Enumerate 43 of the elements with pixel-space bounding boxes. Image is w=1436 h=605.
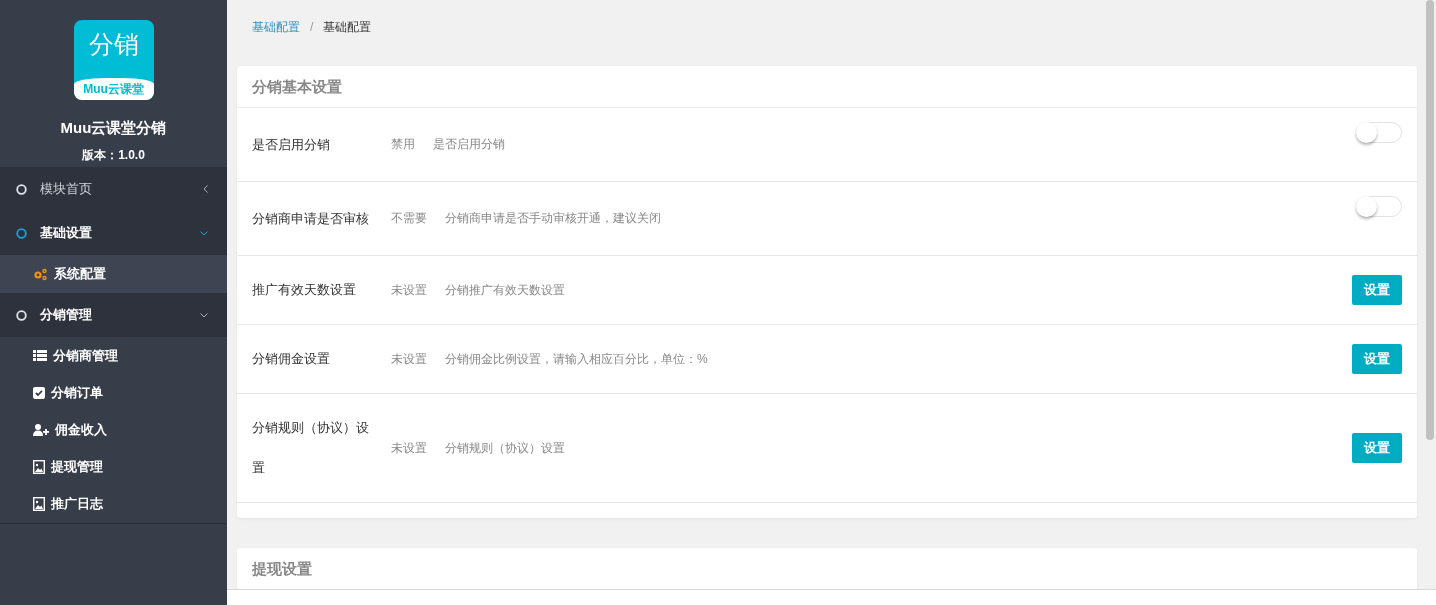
chevron-left-icon <box>203 185 208 193</box>
submenu-item[interactable]: 佣金收入 <box>0 411 227 448</box>
version-text: 版本：1.0.0 <box>82 147 145 164</box>
setting-value: 未设置 <box>391 281 427 299</box>
menu-item[interactable]: 模块首页 <box>0 167 227 211</box>
gears-icon <box>33 267 48 281</box>
setting-value: 未设置 <box>391 439 427 457</box>
toggle-switch[interactable] <box>1356 196 1402 217</box>
setting-label: 分销商申请是否审核 <box>252 209 370 228</box>
breadcrumb-current: 基础配置 <box>323 18 372 36</box>
image-file-icon <box>33 496 45 511</box>
submenu-item[interactable]: 推广日志 <box>0 485 227 522</box>
submenu-item[interactable]: 分销订单 <box>0 374 227 411</box>
scrollbar-thumb[interactable] <box>1426 0 1434 440</box>
panel-title: 提现设置 <box>237 548 1417 589</box>
setting-value: 不需要 <box>391 210 427 227</box>
checkbox-icon <box>33 386 45 399</box>
chevron-down-icon <box>200 230 208 236</box>
list-icon <box>33 350 47 361</box>
submenu-item[interactable]: 分销商管理 <box>0 337 227 374</box>
setting-label: 分销佣金设置 <box>252 350 331 368</box>
setting-description: 分销商申请是否手动审核开通，建议关闭 <box>445 210 662 227</box>
setting-description: 分销规则（协议）设置 <box>445 439 566 457</box>
submenu-item[interactable]: 系统配置 <box>0 255 227 293</box>
app-logo: 分销 Muu云课堂 <box>73 20 154 100</box>
setting-label: 推广有效天数设置 <box>252 281 357 299</box>
setting-description: 是否启用分销 <box>433 136 506 153</box>
image-file-icon <box>33 459 45 474</box>
app-name: Muu云课堂分销 <box>60 119 167 138</box>
menu-item[interactable]: 分销管理 <box>0 293 227 337</box>
panel-title: 分销基本设置 <box>237 66 1417 108</box>
setting-description: 分销推广有效天数设置 <box>445 281 566 299</box>
breadcrumb-separator: / <box>310 20 314 34</box>
setting-value: 未设置 <box>391 350 427 368</box>
chevron-down-icon <box>200 312 208 318</box>
setting-description: 分销佣金比例设置，请输入相应百分比，单位：% <box>445 350 709 368</box>
toggle-switch[interactable] <box>1356 122 1402 143</box>
submenu-item[interactable]: 提现管理 <box>0 448 227 485</box>
setting-label: 分销规则（协议）设置 <box>252 419 370 477</box>
setting-value: 禁用 <box>391 136 415 153</box>
user-plus-icon <box>33 423 49 436</box>
setting-label: 是否启用分销 <box>252 135 331 154</box>
menu-item[interactable]: 基础设置 <box>0 211 227 255</box>
